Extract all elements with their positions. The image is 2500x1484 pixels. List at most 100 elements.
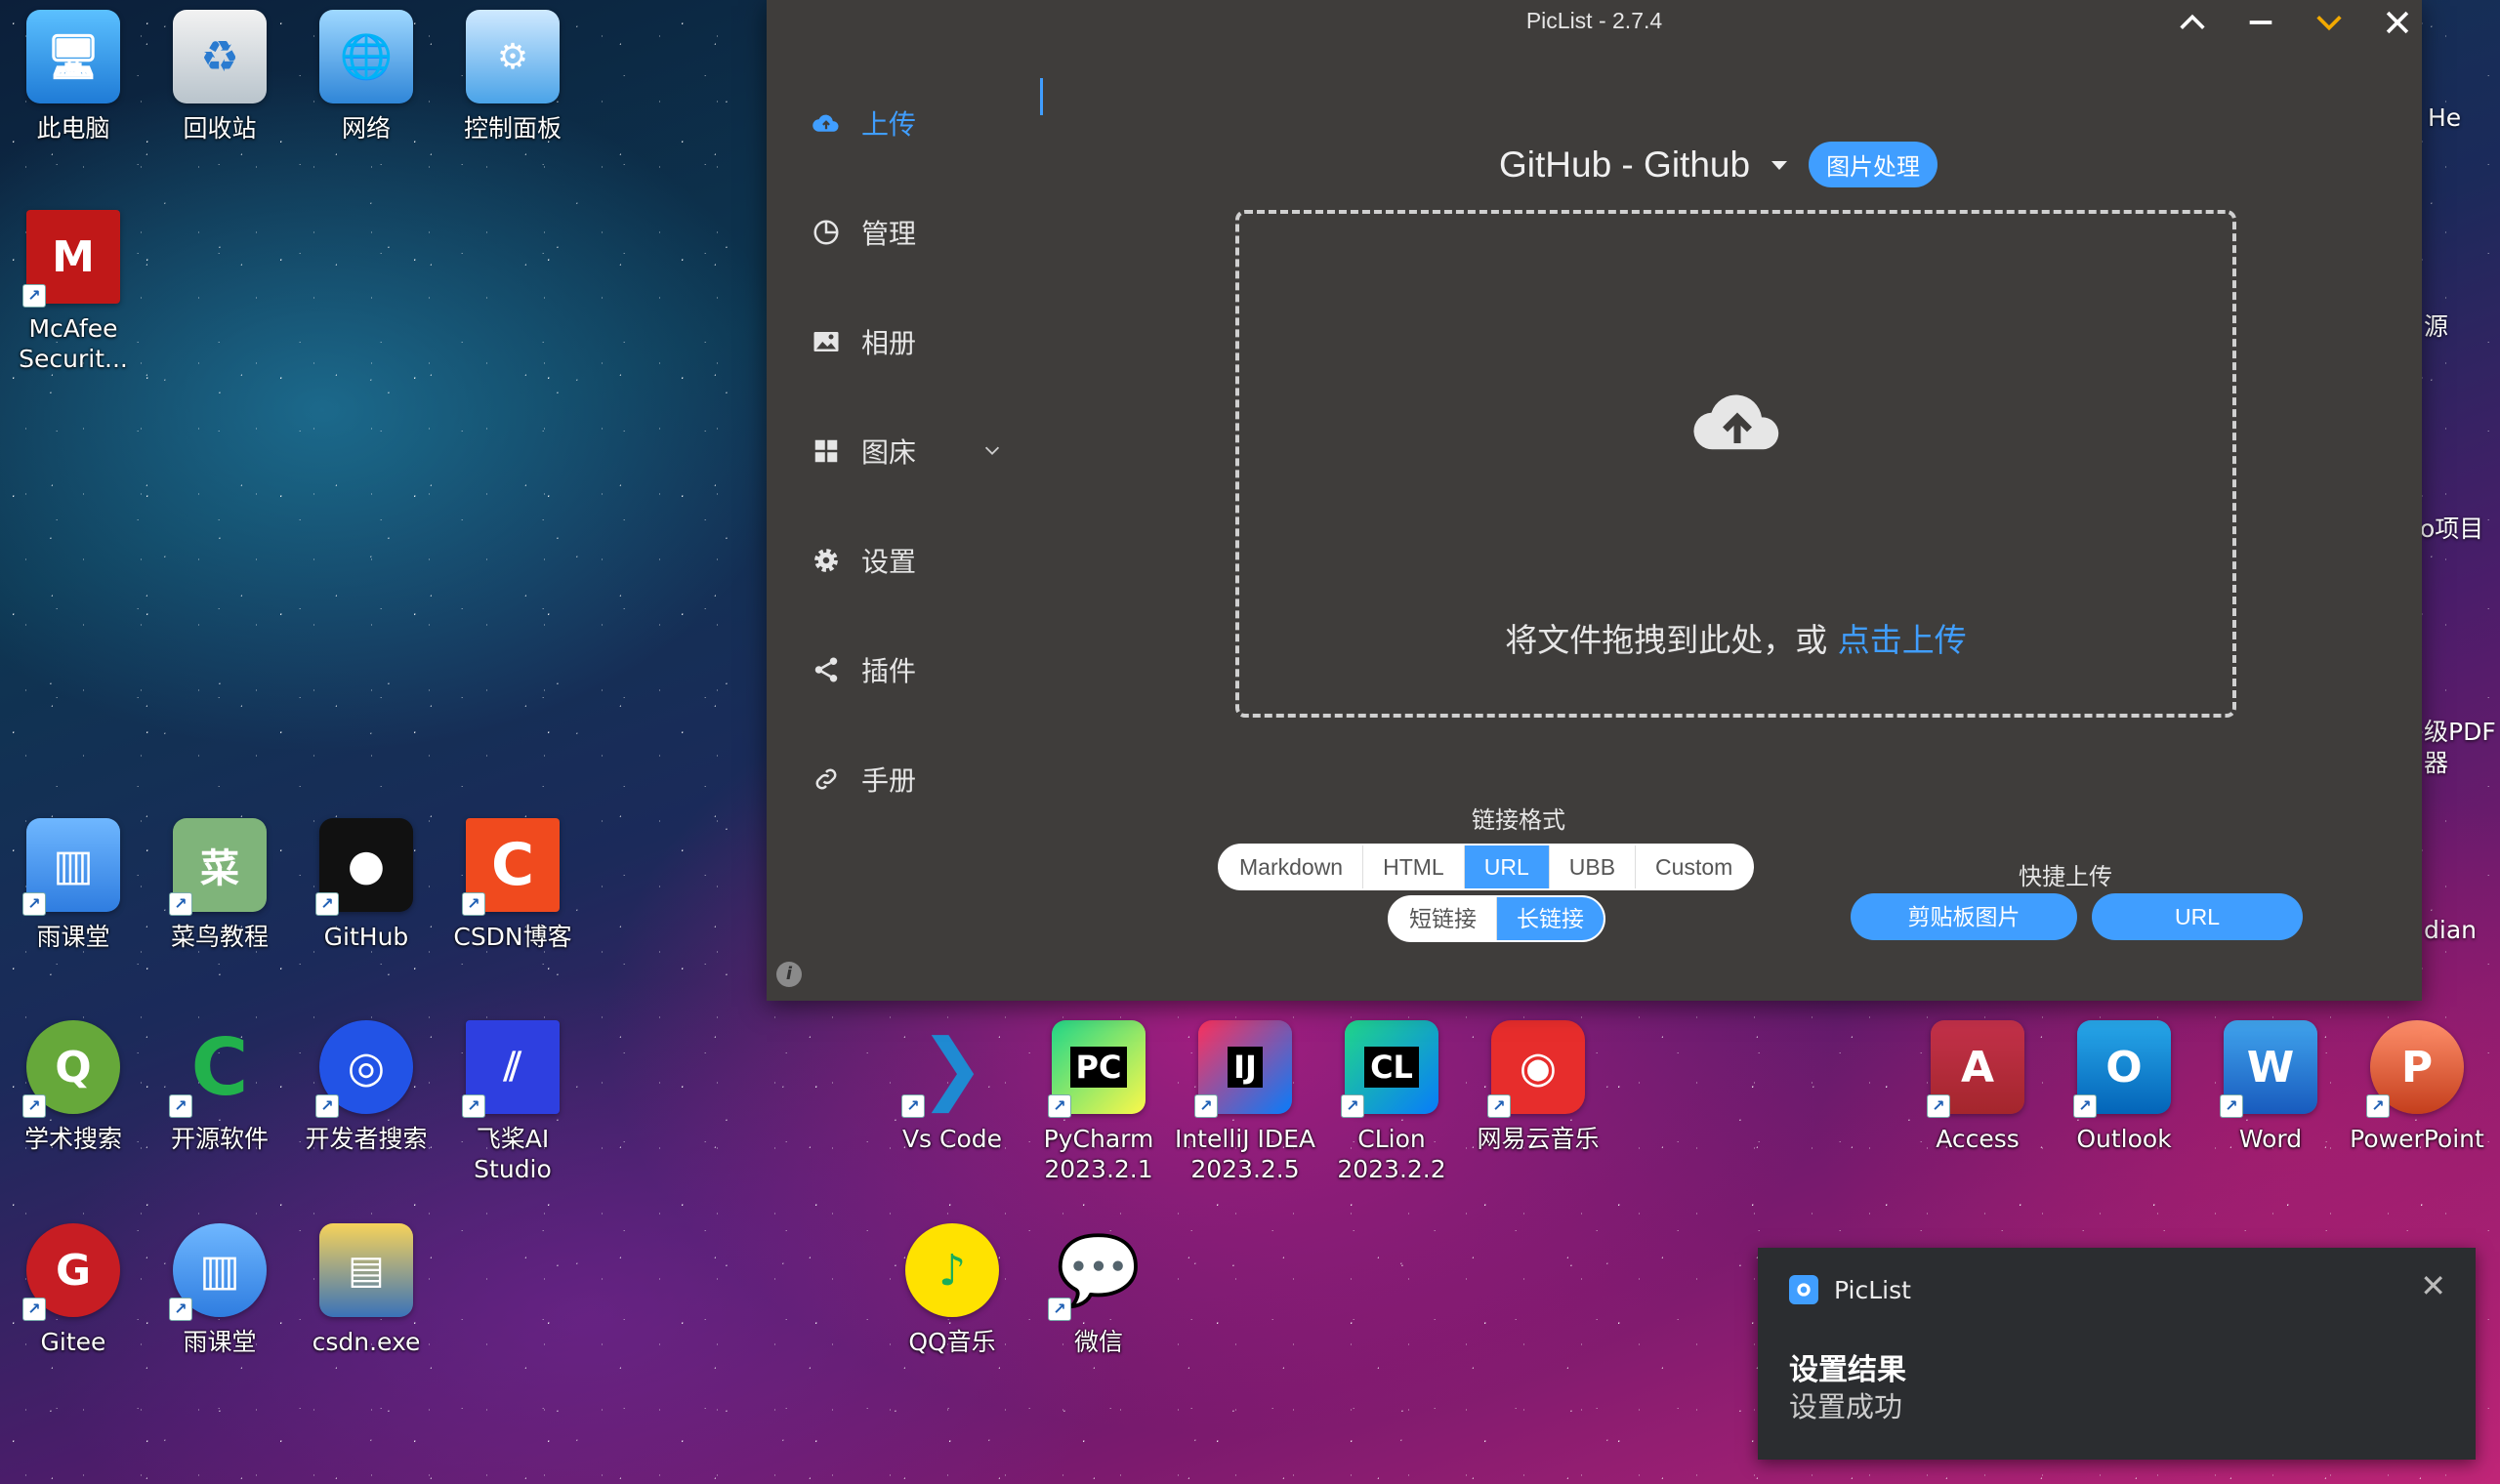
link-icon bbox=[811, 763, 842, 795]
desktop-icon-github[interactable]: ● ↗ GitHub bbox=[293, 818, 439, 1013]
collapse-button[interactable] bbox=[2168, 6, 2217, 45]
github-octocat-icon: ● ↗ bbox=[315, 818, 413, 916]
desktop-icon-network[interactable]: 🌐 网络 bbox=[293, 10, 439, 205]
partial-label-qi: 器 bbox=[2424, 749, 2449, 777]
desktop-icon-yuketang-2[interactable]: ▥ ↗ 雨课堂 bbox=[146, 1223, 293, 1419]
toast-close-button[interactable]: ✕ bbox=[2420, 1267, 2446, 1304]
format-option-ubb[interactable]: UBB bbox=[1550, 845, 1637, 888]
format-option-html[interactable]: HTML bbox=[1363, 845, 1465, 888]
desktop-icon-word[interactable]: W ↗ Word bbox=[2197, 1020, 2344, 1216]
url-upload-button[interactable]: URL bbox=[2092, 893, 2303, 940]
desktop-icon-gitee[interactable]: G ↗ Gitee bbox=[0, 1223, 146, 1419]
desktop-icon-vscode[interactable]: ❯ ↗ Vs Code bbox=[879, 1020, 1025, 1216]
upload-dropzone[interactable]: 将文件拖拽到此处，或 点击上传 bbox=[1235, 210, 2236, 718]
sidebar-item-label: 相册 bbox=[861, 327, 917, 359]
gear-icon bbox=[811, 545, 842, 576]
desktop-icon-access[interactable]: A ↗ Access bbox=[1904, 1020, 2051, 1216]
image-process-button[interactable]: 图片处理 bbox=[1809, 142, 1938, 187]
powerpoint-icon: P ↗ bbox=[2366, 1020, 2464, 1118]
mcafee-shield-icon: M ↗ bbox=[22, 210, 120, 308]
partial-label-he: He bbox=[2428, 103, 2462, 132]
desktop-icon-outlook[interactable]: O ↗ Outlook bbox=[2051, 1020, 2197, 1216]
partial-label-project: o项目 bbox=[2420, 515, 2484, 543]
computer-icon: 🖥 bbox=[26, 10, 120, 103]
piclist-app-icon bbox=[1789, 1275, 1818, 1304]
picbed-name[interactable]: GitHub - Github bbox=[1499, 144, 1750, 186]
desktop-icon-csdn-blog[interactable]: C ↗ CSDN博客 bbox=[439, 818, 586, 1013]
desktop-icon-netease-music[interactable]: ◉ ↗ 网易云音乐 bbox=[1465, 1020, 1611, 1216]
pie-chart-icon bbox=[811, 217, 842, 248]
click-upload-link[interactable]: 点击上传 bbox=[1838, 621, 1967, 659]
clipboard-upload-button[interactable]: 剪贴板图片 bbox=[1851, 893, 2077, 940]
sidebar-item-picbed[interactable]: 图床 bbox=[811, 396, 1035, 506]
quick-upload-title: 快捷上传 bbox=[2019, 863, 2112, 890]
recycle-bin-icon: ♻ bbox=[173, 10, 267, 103]
sidebar-item-manage[interactable]: 管理 bbox=[811, 178, 1035, 287]
desktop-icon-pycharm[interactable]: PC ↗ PyCharm 2023.2.1 bbox=[1025, 1020, 1172, 1216]
qq-music-icon: ♪ bbox=[905, 1223, 999, 1317]
chevron-up-icon bbox=[2180, 14, 2205, 29]
caret-down-icon[interactable] bbox=[1768, 153, 1791, 177]
sidebar-item-plugins[interactable]: 插件 bbox=[811, 615, 1035, 724]
dropzone-text: 将文件拖拽到此处，或 点击上传 bbox=[1505, 621, 1967, 659]
short-link-option[interactable]: 短链接 bbox=[1390, 897, 1497, 940]
notification-toast[interactable]: PicList ✕ 设置结果 设置成功 bbox=[1758, 1248, 2476, 1460]
desktop-icon-this-pc[interactable]: 🖥 此电脑 bbox=[0, 10, 146, 205]
desktop-icon-scholar-search[interactable]: Q ↗ 学术搜索 bbox=[0, 1020, 146, 1216]
desktop-icon-powerpoint[interactable]: P ↗ PowerPoint bbox=[2344, 1020, 2490, 1216]
runoob-icon: 菜 ↗ bbox=[169, 818, 267, 916]
sidebar-item-upload[interactable]: 上传 bbox=[811, 68, 1035, 178]
info-icon[interactable]: i bbox=[776, 962, 802, 987]
yuketang-icon: ▥ ↗ bbox=[22, 818, 120, 916]
desktop-icon-runoob[interactable]: 菜 ↗ 菜鸟教程 bbox=[146, 818, 293, 1013]
desktop-icon-csdn-exe[interactable]: ▤ csdn.exe bbox=[293, 1223, 439, 1419]
desktop-icon-paddle-ai[interactable]: ⫽ ↗ 飞桨AI Studio bbox=[439, 1020, 586, 1216]
close-icon bbox=[2386, 11, 2409, 34]
desktop-icon-recycle-bin[interactable]: ♻ 回收站 bbox=[146, 10, 293, 205]
chevron-down-icon[interactable] bbox=[981, 435, 1003, 468]
grid-icon bbox=[811, 435, 842, 467]
desktop-icon-yuketang[interactable]: ▥ ↗ 雨课堂 bbox=[0, 818, 146, 1013]
desktop-icon-open-source[interactable]: C ↗ 开源软件 bbox=[146, 1020, 293, 1216]
minimize-button[interactable] bbox=[2236, 6, 2285, 45]
close-button[interactable] bbox=[2373, 6, 2422, 45]
desktop-icon-dev-search[interactable]: ◎ ↗ 开发者搜索 bbox=[293, 1020, 439, 1216]
sidebar-item-label: 管理 bbox=[861, 218, 917, 250]
word-icon: W ↗ bbox=[2220, 1020, 2317, 1118]
share-icon bbox=[811, 654, 842, 685]
desktop-icon-clion[interactable]: CL ↗ CLion 2023.2.2 bbox=[1318, 1020, 1465, 1216]
partial-label-pdf: 级PDF bbox=[2424, 718, 2496, 746]
minimize-icon bbox=[2249, 21, 2272, 24]
desktop-icon-intellij[interactable]: IJ ↗ IntelliJ IDEA 2023.2.5 bbox=[1172, 1020, 1318, 1216]
control-panel-icon: ⚙ bbox=[466, 10, 560, 103]
picbed-selector[interactable]: GitHub - Github 图片处理 bbox=[1499, 142, 1938, 187]
python-floppy-icon: ▤ bbox=[319, 1223, 413, 1317]
long-link-option[interactable]: 长链接 bbox=[1497, 897, 1604, 940]
sidebar-item-label: 手册 bbox=[861, 764, 917, 797]
dev-search-icon: ◎ ↗ bbox=[315, 1020, 413, 1118]
wechat-icon: 💬 ↗ bbox=[1048, 1223, 1146, 1321]
sidebar-item-manual[interactable]: 手册 bbox=[811, 724, 1035, 834]
format-option-custom[interactable]: Custom bbox=[1636, 845, 1752, 888]
nav-active-indicator bbox=[1040, 78, 1043, 115]
open-source-icon: C ↗ bbox=[169, 1020, 267, 1118]
toast-app-header: PicList bbox=[1789, 1275, 1911, 1304]
desktop-icon-control-panel[interactable]: ⚙ 控制面板 bbox=[439, 10, 586, 205]
desktop-icon-wechat[interactable]: 💬 ↗ 微信 bbox=[1025, 1223, 1172, 1419]
partial-label-yuan: 源 bbox=[2424, 312, 2449, 341]
clion-icon: CL ↗ bbox=[1341, 1020, 1438, 1118]
sidebar-item-label: 设置 bbox=[861, 546, 917, 578]
sidebar-item-gallery[interactable]: 相册 bbox=[811, 287, 1035, 396]
chevron-down-icon bbox=[2316, 16, 2342, 31]
format-option-url[interactable]: URL bbox=[1464, 845, 1550, 888]
desktop-icon-mcafee[interactable]: M ↗ McAfee Securit... bbox=[0, 210, 146, 405]
desktop-icon-qq-music[interactable]: ♪ QQ音乐 bbox=[879, 1223, 1025, 1419]
link-format-selector: Markdown HTML URL UBB Custom bbox=[1218, 844, 1755, 890]
sidebar-item-label: 上传 bbox=[861, 108, 917, 141]
sidebar-item-settings[interactable]: 设置 bbox=[811, 506, 1035, 615]
yuketang-icon: ▥ ↗ bbox=[169, 1223, 267, 1321]
format-option-markdown[interactable]: Markdown bbox=[1220, 845, 1364, 888]
vscode-icon: ❯ ↗ bbox=[901, 1020, 999, 1118]
pin-button[interactable] bbox=[2305, 6, 2354, 45]
partial-label-dian: dian bbox=[2424, 916, 2477, 944]
